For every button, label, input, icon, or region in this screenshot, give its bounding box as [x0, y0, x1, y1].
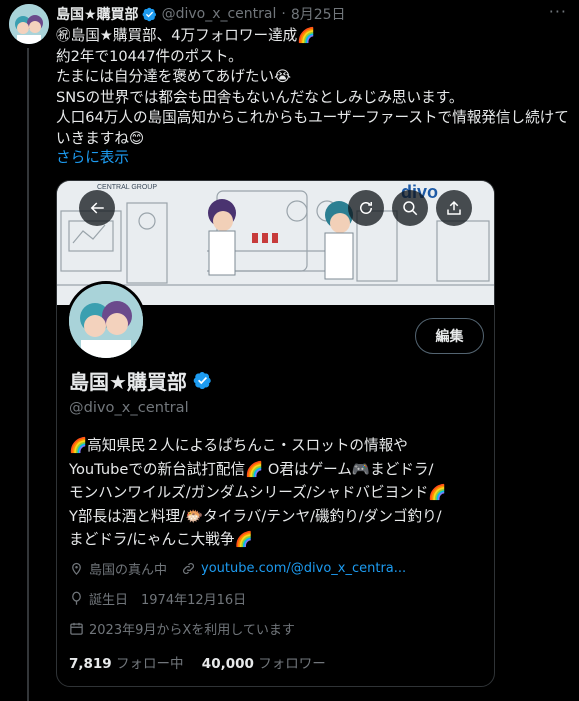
followers-stat[interactable]: 40,000 フォロワー	[202, 656, 326, 672]
calendar-icon	[70, 622, 83, 635]
profile-bio: 🌈高知県民２人によるぱちんこ・スロットの情報や YouTubeでの新台試打配信🌈…	[69, 437, 447, 548]
post-text: ㊗島国★購買部、4万フォロワー達成🌈 約2年で10447件のポスト。 たまには自…	[56, 27, 569, 147]
followers-count: 40,000	[201, 656, 254, 672]
post-date[interactable]: 8月25日	[291, 4, 346, 24]
follow-stats: 7,819 フォロー中 40,000 フォロワー	[69, 652, 326, 672]
following-count: 7,819	[69, 656, 112, 672]
profile-name: 島国★購買部	[69, 366, 212, 395]
verified-badge-icon	[193, 371, 211, 390]
more-icon[interactable]: ···	[549, 2, 567, 21]
birthday-text: 誕生日 1974年12月16日	[89, 593, 247, 608]
banner-group-label: CENTRAL GROUP	[97, 184, 157, 191]
share-icon[interactable]	[436, 190, 472, 226]
balloon-icon	[72, 591, 81, 605]
joined-row: 2023年9月からXを利用しています	[69, 619, 295, 638]
profile-avatar[interactable]	[66, 281, 146, 361]
post-handle[interactable]: @divo_x_central	[162, 6, 277, 22]
post-header: 島国★購買部 @divo_x_central · 8月25日	[56, 4, 346, 24]
location-icon	[72, 562, 81, 576]
joined-text: 2023年9月からXを利用しています	[89, 623, 295, 638]
location-row: 島国の真ん中 youtube.com/@divo_x_centra...	[69, 559, 406, 578]
profile-card[interactable]: CENTRAL GROUP divo 編集 島国★購買部	[56, 180, 495, 687]
verified-badge-icon	[142, 7, 156, 21]
show-more-link[interactable]: さらに表示	[56, 146, 129, 167]
followers-label: フォロワー	[258, 656, 326, 672]
separator-dot: ·	[281, 6, 286, 22]
profile-avatar-illustration	[69, 284, 143, 358]
edit-profile-button[interactable]: 編集	[415, 318, 484, 354]
birthday-row: 誕生日 1974年12月16日	[69, 589, 246, 608]
avatar[interactable]	[9, 4, 49, 44]
display-name[interactable]: 島国★購買部	[56, 4, 139, 24]
profile-url-link[interactable]: youtube.com/@divo_x_centra...	[201, 561, 406, 576]
search-icon[interactable]	[392, 190, 428, 226]
profile-name-text: 島国★購買部	[69, 370, 187, 394]
following-stat[interactable]: 7,819 フォロー中	[69, 656, 184, 672]
following-label: フォロー中	[116, 656, 184, 672]
back-arrow-icon[interactable]	[79, 190, 115, 226]
profile-handle: @divo_x_central	[69, 399, 189, 416]
thread-line	[27, 48, 29, 701]
location-text: 島国の真ん中	[89, 563, 168, 578]
refresh-icon[interactable]	[348, 190, 384, 226]
link-icon	[183, 563, 194, 574]
avatar-illustration	[9, 4, 49, 44]
